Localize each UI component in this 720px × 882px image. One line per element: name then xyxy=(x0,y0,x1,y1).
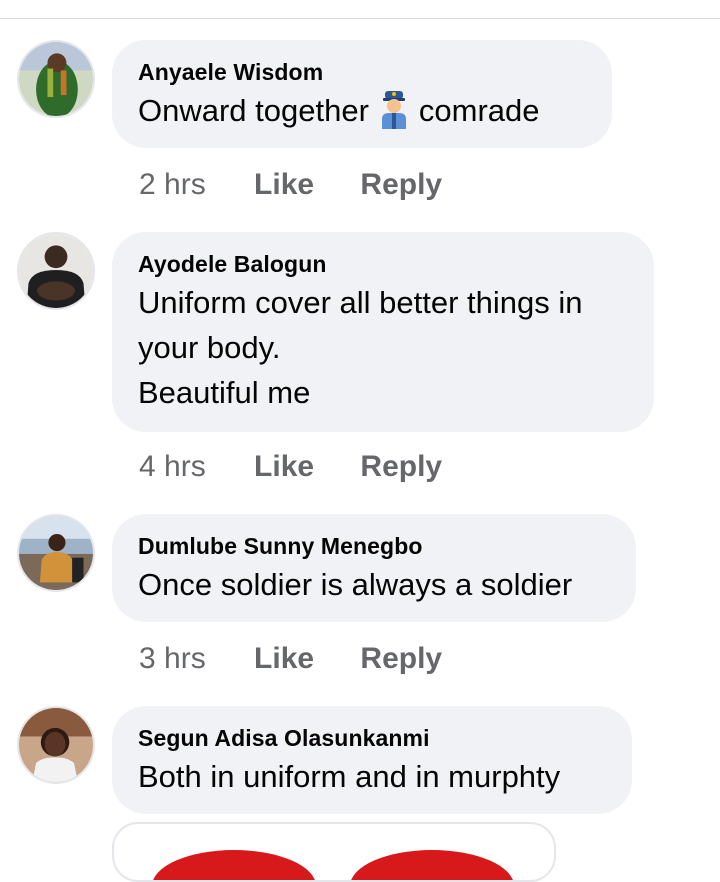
comment-timestamp[interactable]: 3 hrs xyxy=(139,641,206,677)
comment-timestamp[interactable]: 2 hrs xyxy=(139,167,206,203)
like-button[interactable]: Like xyxy=(254,449,314,485)
comment-author[interactable]: Dumlube Sunny Menegbo xyxy=(138,532,610,560)
like-button[interactable]: Like xyxy=(254,167,314,203)
comment-author[interactable]: Segun Adisa Olasunkanmi xyxy=(138,724,606,752)
avatar[interactable] xyxy=(17,232,95,310)
comment-text-part: Onward together xyxy=(138,93,369,128)
police-officer-emoji-icon xyxy=(377,89,411,129)
reply-button[interactable]: Reply xyxy=(360,641,442,677)
reply-button[interactable]: Reply xyxy=(360,167,442,203)
comment-actions: 4 hrs Like Reply xyxy=(139,449,442,485)
comment-bubble: Anyaele Wisdom Onward together comrade xyxy=(112,40,612,148)
comment-bubble: Ayodele Balogun Uniform cover all better… xyxy=(112,232,654,432)
comment-author[interactable]: Ayodele Balogun xyxy=(138,250,628,278)
avatar[interactable] xyxy=(17,514,95,592)
comment-text: Once soldier is always a soldier xyxy=(138,567,573,602)
comment-author[interactable]: Anyaele Wisdom xyxy=(138,58,586,86)
sticker-attachment[interactable] xyxy=(112,822,556,882)
comment-actions: 3 hrs Like Reply xyxy=(139,641,442,677)
comment-text: Onward together comrade xyxy=(138,88,586,133)
reply-button[interactable]: Reply xyxy=(360,449,442,485)
heart-sticker-icon xyxy=(153,850,513,880)
avatar[interactable] xyxy=(17,706,95,784)
comment-timestamp[interactable]: 4 hrs xyxy=(139,449,206,485)
comment-text: Uniform cover all better things in your … xyxy=(138,285,583,410)
comment-text-part: comrade xyxy=(418,93,540,128)
comment-bubble: Dumlube Sunny Menegbo Once soldier is al… xyxy=(112,514,636,622)
comment-text: Both in uniform and in murphty xyxy=(138,759,561,794)
comment-bubble: Segun Adisa Olasunkanmi Both in uniform … xyxy=(112,706,632,814)
comment-actions: 2 hrs Like Reply xyxy=(139,167,442,203)
top-divider xyxy=(0,18,720,19)
avatar[interactable] xyxy=(17,40,95,118)
like-button[interactable]: Like xyxy=(254,641,314,677)
